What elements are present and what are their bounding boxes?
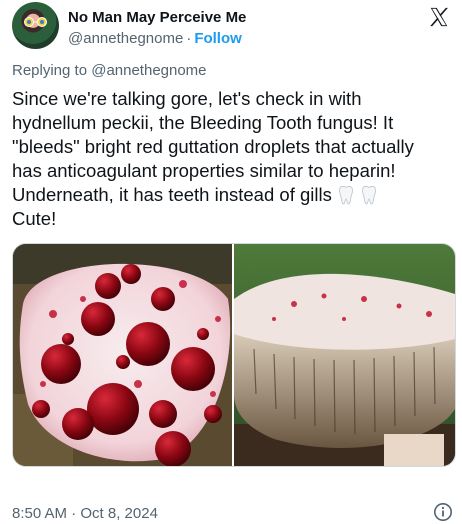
- author-handle-row: @annethegnome · Follow: [68, 30, 242, 47]
- separator-dot: ·: [186, 30, 192, 47]
- tooth-emoji-icon: [339, 186, 353, 205]
- author-handle[interactable]: @annethegnome: [68, 30, 183, 47]
- info-icon[interactable]: [433, 502, 453, 522]
- author-name[interactable]: No Man May Perceive Me: [68, 9, 246, 26]
- tweet-text-cute: Cute!: [12, 208, 57, 229]
- avatar[interactable]: [12, 2, 59, 49]
- tweet-media: [12, 243, 456, 467]
- tweet-card: No Man May Perceive Me @annethegnome · Fol…: [0, 0, 462, 524]
- tweet-text: Since we're talking gore, let's check in…: [12, 87, 458, 231]
- follow-button[interactable]: Follow: [194, 30, 242, 47]
- x-logo-icon[interactable]: [428, 6, 450, 28]
- bleeding-tooth-fungus-top-photo[interactable]: [13, 244, 232, 466]
- replying-to-label[interactable]: Replying to @annethegnome: [12, 62, 207, 79]
- tweet-timestamp[interactable]: 8:50 AM · Oct 8, 2024: [12, 505, 158, 522]
- tooth-emoji-icon: [362, 186, 377, 205]
- tweet-header: No Man May Perceive Me @annethegnome · Fol…: [12, 2, 450, 52]
- bleeding-tooth-fungus-underside-photo[interactable]: [234, 244, 455, 466]
- sunglasses-icon: [24, 17, 47, 27]
